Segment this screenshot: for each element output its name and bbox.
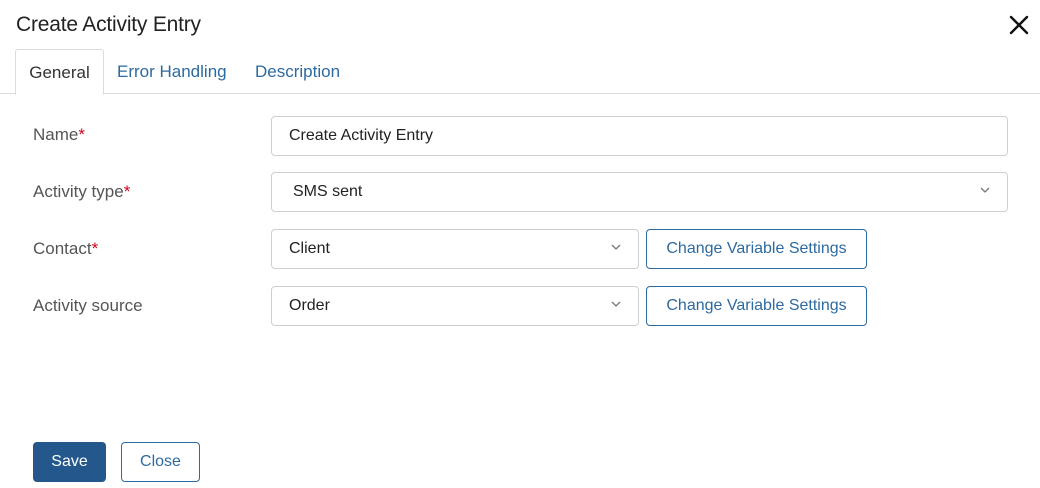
activity-source-value: Order	[289, 297, 330, 314]
name-label: Name*	[33, 125, 85, 145]
activity-type-label-text: Activity type	[33, 182, 124, 201]
tab-general[interactable]: General	[15, 49, 104, 95]
required-marker: *	[91, 239, 99, 258]
contact-label: Contact*	[33, 239, 98, 259]
tab-error-handling[interactable]: Error Handling	[117, 49, 227, 94]
activity-type-label: Activity type*	[33, 182, 130, 202]
contact-value: Client	[289, 240, 330, 257]
tab-description[interactable]: Description	[255, 49, 340, 94]
chevron-down-icon	[610, 300, 622, 308]
activity-source-change-variable-settings-button[interactable]: Change Variable Settings	[646, 286, 867, 326]
activity-source-select[interactable]: Order	[271, 286, 639, 326]
chevron-down-icon	[610, 243, 622, 251]
contact-select[interactable]: Client	[271, 229, 639, 269]
activity-source-label: Activity source	[33, 296, 143, 316]
activity-type-select[interactable]: SMS sent	[271, 172, 1008, 212]
chevron-down-icon	[979, 186, 991, 194]
dialog-title: Create Activity Entry	[16, 13, 201, 36]
create-activity-entry-dialog: Create Activity Entry General Error Hand…	[0, 0, 1040, 488]
name-input[interactable]: Create Activity Entry	[271, 116, 1008, 156]
close-icon[interactable]	[1006, 12, 1032, 38]
contact-label-text: Contact	[33, 239, 92, 258]
tab-bar: General Error Handling Description	[0, 49, 1040, 95]
close-button[interactable]: Close	[121, 442, 200, 482]
name-label-text: Name	[33, 125, 79, 144]
required-marker: *	[78, 125, 85, 144]
activity-source-label-text: Activity source	[33, 296, 143, 315]
required-marker: *	[123, 182, 131, 201]
contact-change-variable-settings-button[interactable]: Change Variable Settings	[646, 229, 867, 269]
save-button[interactable]: Save	[33, 442, 106, 482]
activity-type-value: SMS sent	[293, 183, 363, 200]
